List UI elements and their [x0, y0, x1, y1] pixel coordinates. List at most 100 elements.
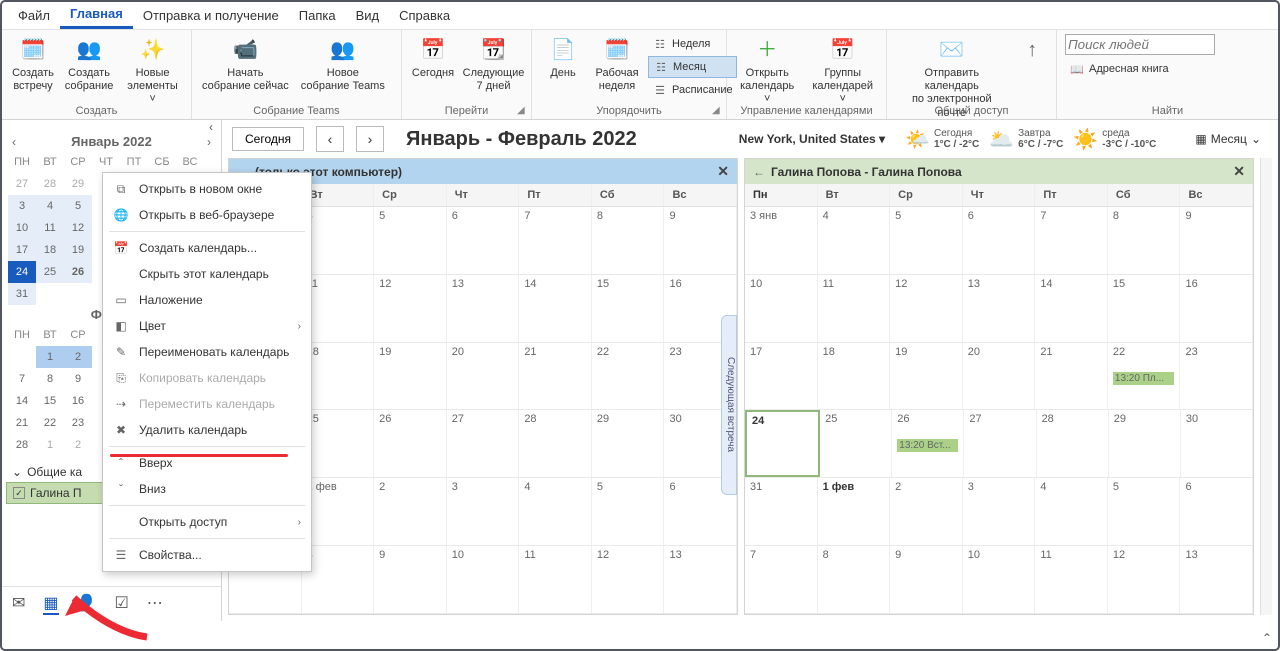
mini-day-cell[interactable]: 8 [36, 368, 64, 390]
grid-day-cell[interactable]: 6 [963, 207, 1036, 274]
day-view-button[interactable]: 📄День [536, 32, 590, 84]
mini-day-cell[interactable] [36, 283, 64, 305]
context-menu-item[interactable]: 🌐Открыть в веб-браузере [103, 202, 311, 228]
grid-day-cell[interactable]: 9 [1180, 207, 1253, 274]
grid-day-cell[interactable]: 28 [1037, 410, 1109, 477]
mini-day-cell[interactable]: 29 [64, 173, 92, 195]
weather-location[interactable]: New York, United States ▾ [739, 132, 885, 146]
grid-day-cell[interactable]: 5 [890, 207, 963, 274]
grid-day-cell[interactable]: 4 [519, 478, 592, 545]
new-teams-button[interactable]: 👥Новоесобрание Teams [295, 32, 391, 97]
mini-day-cell[interactable]: 1 [36, 346, 64, 368]
grid-day-cell[interactable]: 5 [374, 207, 447, 274]
grid-day-cell[interactable]: 13 [1180, 546, 1253, 613]
grid-day-cell[interactable]: 17 [745, 343, 818, 410]
mini-day-cell[interactable]: 21 [8, 412, 36, 434]
workweek-view-button[interactable]: 🗓️Рабочаянеделя [590, 32, 644, 97]
grid-day-cell[interactable]: 11 [1035, 546, 1108, 613]
grid-day-cell[interactable]: 1 фев [818, 478, 891, 545]
close-calendar-icon[interactable]: ✕ [717, 163, 729, 180]
grid-day-cell[interactable]: 31 [745, 478, 818, 545]
grid-day-cell[interactable]: 2613:20 Вст... [892, 410, 964, 477]
scrollbar-track[interactable] [1260, 158, 1272, 615]
grid-day-cell[interactable]: 11 [302, 275, 375, 342]
grid-day-cell[interactable]: 12 [374, 275, 447, 342]
grid-day-cell[interactable]: 5 [592, 478, 665, 545]
grid-day-cell[interactable]: 7 [745, 546, 818, 613]
checkbox-icon[interactable]: ✓ [13, 487, 25, 499]
grid-day-cell[interactable]: 2213:20 Пл... [1108, 343, 1181, 410]
new-gathering-button[interactable]: 👥Создатьсобрание [60, 32, 118, 97]
mini-day-cell[interactable]: 28 [36, 173, 64, 195]
grid-day-cell[interactable]: 23 [1180, 343, 1253, 410]
view-selector[interactable]: ▦ Месяц ⌄ [1188, 128, 1268, 150]
address-book-button[interactable]: 📖Адресная книга [1065, 59, 1270, 79]
menu-tab-home[interactable]: Главная [60, 2, 133, 29]
grid-day-cell[interactable]: 30 [1181, 410, 1253, 477]
mini-day-cell[interactable]: 31 [8, 283, 36, 305]
grid-day-cell[interactable]: 7 [519, 207, 592, 274]
mini-day-cell[interactable]: 15 [36, 390, 64, 412]
mini-day-cell[interactable]: 25 [36, 261, 64, 283]
new-items-button[interactable]: ✨Новыеэлементы ˅ [118, 32, 187, 111]
calendar-event[interactable]: 13:20 Вст... [897, 439, 958, 452]
menu-tab-sendreceive[interactable]: Отправка и получение [133, 4, 289, 27]
grid-day-cell[interactable]: 16 [1180, 275, 1253, 342]
grid-day-cell[interactable]: 7 [1035, 207, 1108, 274]
grid-day-cell[interactable]: 4 [302, 207, 375, 274]
context-menu-item[interactable]: Скрыть этот календарь [103, 261, 311, 287]
mini-day-cell[interactable]: 9 [64, 368, 92, 390]
merge-calendar-icon[interactable]: ← [753, 165, 765, 179]
context-menu-item[interactable]: ☰Свойства... [103, 542, 311, 568]
grid-day-cell[interactable]: 6 [447, 207, 520, 274]
grid-day-cell[interactable]: 24 [745, 410, 820, 477]
grid-day-cell[interactable]: 6 [1180, 478, 1253, 545]
grid-day-cell[interactable]: 26 [374, 410, 447, 477]
mail-icon[interactable]: ✉ [12, 593, 25, 615]
context-menu-item[interactable]: ✎Переименовать календарь [103, 339, 311, 365]
grid-day-cell[interactable]: 18 [302, 343, 375, 410]
context-menu-item[interactable]: ◧Цвет› [103, 313, 311, 339]
dialog-launcher-icon[interactable]: ◢ [517, 105, 529, 117]
grid-day-cell[interactable]: 5 [1108, 478, 1181, 545]
new-meeting-button[interactable]: 🗓️Создатьвстречу [6, 32, 60, 97]
grid-day-cell[interactable]: 10 [745, 275, 818, 342]
weather-day[interactable]: ☀️среда-3°C / -10°C [1073, 127, 1156, 152]
grid-day-cell[interactable]: 11 [818, 275, 891, 342]
calendar-event[interactable]: 13:20 Пл... [1113, 372, 1175, 385]
grid-day-cell[interactable]: 12 [1108, 546, 1181, 613]
menu-tab-help[interactable]: Справка [389, 4, 460, 27]
mini-day-cell[interactable]: 3 [8, 195, 36, 217]
grid-day-cell[interactable]: 22 [592, 343, 665, 410]
grid-day-cell[interactable]: 19 [374, 343, 447, 410]
grid-day-cell[interactable]: 4 [1035, 478, 1108, 545]
start-teams-button[interactable]: 📹Начатьсобрание сейчас [196, 32, 295, 97]
grid-day-cell[interactable]: 14 [519, 275, 592, 342]
grid-day-cell[interactable]: 8 [592, 207, 665, 274]
grid-day-cell[interactable]: 9 [890, 546, 963, 613]
next-appointment-strip[interactable]: Следующая встреча [721, 315, 737, 495]
grid-day-cell[interactable]: 11 [519, 546, 592, 613]
context-menu-item[interactable]: Открыть доступ› [103, 509, 311, 535]
context-menu-item[interactable]: ▭Наложение [103, 287, 311, 313]
grid-day-cell[interactable]: 1 фев [302, 478, 375, 545]
mini-prev-icon[interactable]: ‹ [12, 135, 16, 149]
grid-day-cell[interactable]: 3 янв [745, 207, 818, 274]
mini-day-cell[interactable]: 19 [64, 239, 92, 261]
mini-day-cell[interactable]: 24 [8, 261, 36, 283]
mini-day-cell[interactable]: 2 [64, 346, 92, 368]
collapse-ribbon-icon[interactable]: ⌃ [1262, 631, 1272, 645]
week-view-button[interactable]: ☷Неделя [648, 34, 737, 54]
grid-day-cell[interactable]: 21 [1035, 343, 1108, 410]
mini-day-cell[interactable] [64, 283, 92, 305]
grid-day-cell[interactable]: 28 [519, 410, 592, 477]
mini-day-cell[interactable]: 5 [64, 195, 92, 217]
mini-day-cell[interactable]: 23 [64, 412, 92, 434]
menu-tab-file[interactable]: Файл [8, 4, 60, 27]
grid-day-cell[interactable]: 27 [447, 410, 520, 477]
mini-day-cell[interactable]: 7 [8, 368, 36, 390]
grid-day-cell[interactable]: 15 [1108, 275, 1181, 342]
mini-day-cell[interactable]: 12 [64, 217, 92, 239]
grid-day-cell[interactable]: 10 [447, 546, 520, 613]
context-menu-item[interactable]: ⧉Открыть в новом окне [103, 176, 311, 202]
